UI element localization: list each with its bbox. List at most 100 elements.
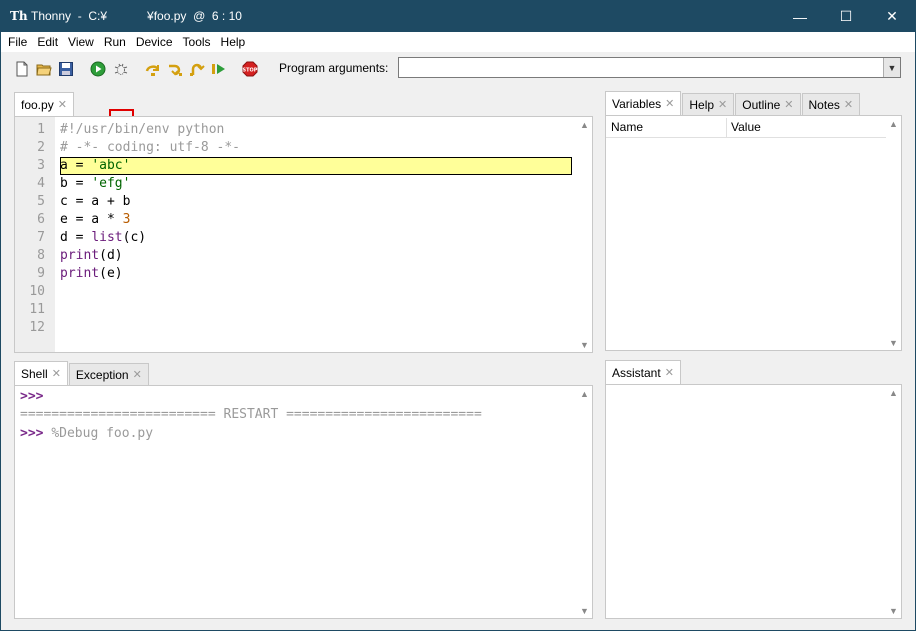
close-tab-icon[interactable]: ✕ xyxy=(665,97,674,110)
line-number-gutter: 1 2 3 4 5 6 7 8 9 10 11 12 xyxy=(15,117,55,352)
line-number: 10 xyxy=(29,284,45,299)
menu-tools[interactable]: Tools xyxy=(178,32,216,52)
window-title: Thonny - C:¥ ¥foo.py @ 6 : 10 xyxy=(31,9,242,23)
close-tab-icon[interactable]: ✕ xyxy=(52,367,61,380)
column-value-header[interactable]: Value xyxy=(731,120,761,134)
close-tab-icon[interactable]: ✕ xyxy=(784,98,793,111)
open-folder-icon[interactable] xyxy=(35,60,53,78)
line-number: 2 xyxy=(37,140,45,155)
scroll-up-icon[interactable]: ▲ xyxy=(577,117,592,132)
tab-exception[interactable]: Exception ✕ xyxy=(68,363,149,385)
tab-label: Variables xyxy=(612,96,662,111)
menu-run[interactable]: Run xyxy=(99,32,131,52)
assistant-scrollbar[interactable]: ▲ ▼ xyxy=(886,385,901,618)
line-number: 4 xyxy=(37,176,45,191)
line-number: 6 xyxy=(37,212,45,227)
shell-prompt: >>> xyxy=(20,389,44,404)
column-name-header[interactable]: Name xyxy=(611,120,643,134)
tab-label: Shell xyxy=(21,366,48,381)
menu-view[interactable]: View xyxy=(63,32,99,52)
editor-scrollbar[interactable]: ▲ ▼ xyxy=(577,117,592,352)
variables-scrollbar[interactable]: ▲ ▼ xyxy=(886,116,901,350)
line-number: 5 xyxy=(37,194,45,209)
close-tab-icon[interactable]: ✕ xyxy=(665,366,674,379)
stop-icon[interactable]: STOP xyxy=(241,60,259,78)
shell-command: %Debug foo.py xyxy=(51,426,154,441)
minimize-button[interactable]: — xyxy=(777,1,823,32)
tab-shell[interactable]: Shell ✕ xyxy=(14,361,68,385)
menu-help[interactable]: Help xyxy=(216,32,251,52)
chevron-down-icon[interactable]: ▼ xyxy=(883,58,900,77)
line-number: 12 xyxy=(29,320,45,335)
code-line: b = 'efg' xyxy=(60,176,131,191)
thonny-logo-icon: Th xyxy=(10,9,28,23)
menu-bar: File Edit View Run Device Tools Help xyxy=(1,32,915,52)
menu-edit[interactable]: Edit xyxy=(32,32,63,52)
close-button[interactable]: ✕ xyxy=(869,1,915,32)
run-icon[interactable] xyxy=(89,60,107,78)
variables-panel[interactable]: Name Value ▲ ▼ xyxy=(605,115,902,351)
step-into-icon[interactable] xyxy=(166,60,184,78)
tab-variables[interactable]: Variables ✕ xyxy=(605,91,682,115)
resume-icon[interactable] xyxy=(210,60,228,78)
scroll-down-icon[interactable]: ▼ xyxy=(886,603,901,618)
code-editor[interactable]: 1 2 3 4 5 6 7 8 9 10 11 12 #!/usr/bin/en… xyxy=(14,116,593,353)
tab-assistant[interactable]: Assistant ✕ xyxy=(605,360,681,384)
line-number: 8 xyxy=(37,248,45,263)
shell-console[interactable]: >>> ========================= RESTART ==… xyxy=(14,385,593,619)
menu-file[interactable]: File xyxy=(3,32,32,52)
code-line: # -*- coding: utf-8 -*- xyxy=(60,140,241,155)
shell-prompt: >>> xyxy=(20,426,44,441)
code-line: a = 'abc' xyxy=(60,158,131,173)
program-arguments-label: Program arguments: xyxy=(279,61,389,75)
scroll-up-icon[interactable]: ▲ xyxy=(577,386,592,401)
current-line-highlight xyxy=(60,157,572,175)
tab-outline[interactable]: Outline ✕ xyxy=(735,93,801,115)
variables-table-header: Name Value xyxy=(606,116,887,138)
close-tab-icon[interactable]: ✕ xyxy=(844,98,853,111)
line-number: 7 xyxy=(37,230,45,245)
step-out-icon[interactable] xyxy=(188,60,206,78)
close-tab-icon[interactable]: ✕ xyxy=(133,368,142,381)
assistant-panel[interactable]: ▲ ▼ xyxy=(605,384,902,619)
line-number: 9 xyxy=(37,266,45,281)
tab-label: foo.py xyxy=(21,97,54,112)
shell-scrollbar[interactable]: ▲ ▼ xyxy=(577,386,592,618)
tab-label: Help xyxy=(689,97,715,112)
step-over-icon[interactable] xyxy=(144,60,162,78)
code-line: c = a + b xyxy=(60,194,131,209)
tab-label: Assistant xyxy=(612,365,661,380)
tab-notes[interactable]: Notes ✕ xyxy=(801,93,861,115)
close-tab-icon[interactable]: ✕ xyxy=(718,98,727,111)
title-bar: Th Thonny - C:¥ ¥foo.py @ 6 : 10 — ☐ ✕ xyxy=(1,1,915,32)
tab-label: Exception xyxy=(75,367,129,382)
scroll-down-icon[interactable]: ▼ xyxy=(886,335,901,350)
editor-tabs: foo.py ✕ xyxy=(14,92,75,116)
tab-label: Outline xyxy=(742,97,781,112)
debug-icon[interactable] xyxy=(112,60,130,78)
code-line: print(e) xyxy=(60,266,123,281)
line-number: 11 xyxy=(29,302,45,317)
shell-restart-line: ========================= RESTART ======… xyxy=(20,407,482,422)
tab-foo-py[interactable]: foo.py ✕ xyxy=(14,92,74,116)
save-icon[interactable] xyxy=(57,60,75,78)
thonny-window: Th Thonny - C:¥ ¥foo.py @ 6 : 10 — ☐ ✕ F… xyxy=(0,0,916,631)
tab-help[interactable]: Help ✕ xyxy=(682,93,735,115)
column-divider[interactable] xyxy=(726,118,727,138)
scroll-down-icon[interactable]: ▼ xyxy=(577,603,592,618)
shell-command-line: >>> %Debug foo.py xyxy=(20,425,153,443)
maximize-button[interactable]: ☐ xyxy=(823,1,869,32)
scroll-up-icon[interactable]: ▲ xyxy=(886,385,901,400)
bottom-tabs: Shell ✕ Exception ✕ xyxy=(14,361,150,385)
line-number: 1 xyxy=(37,122,45,137)
svg-text:STOP: STOP xyxy=(243,68,258,74)
close-tab-icon[interactable]: ✕ xyxy=(58,98,67,111)
code-line: print(d) xyxy=(60,248,123,263)
menu-device[interactable]: Device xyxy=(131,32,178,52)
scroll-down-icon[interactable]: ▼ xyxy=(577,337,592,352)
program-arguments-combobox[interactable]: ▼ xyxy=(398,57,901,78)
scroll-up-icon[interactable]: ▲ xyxy=(886,116,901,131)
tab-label: Notes xyxy=(808,97,840,112)
new-file-icon[interactable] xyxy=(13,60,31,78)
code-line: e = a * 3 xyxy=(60,212,131,227)
